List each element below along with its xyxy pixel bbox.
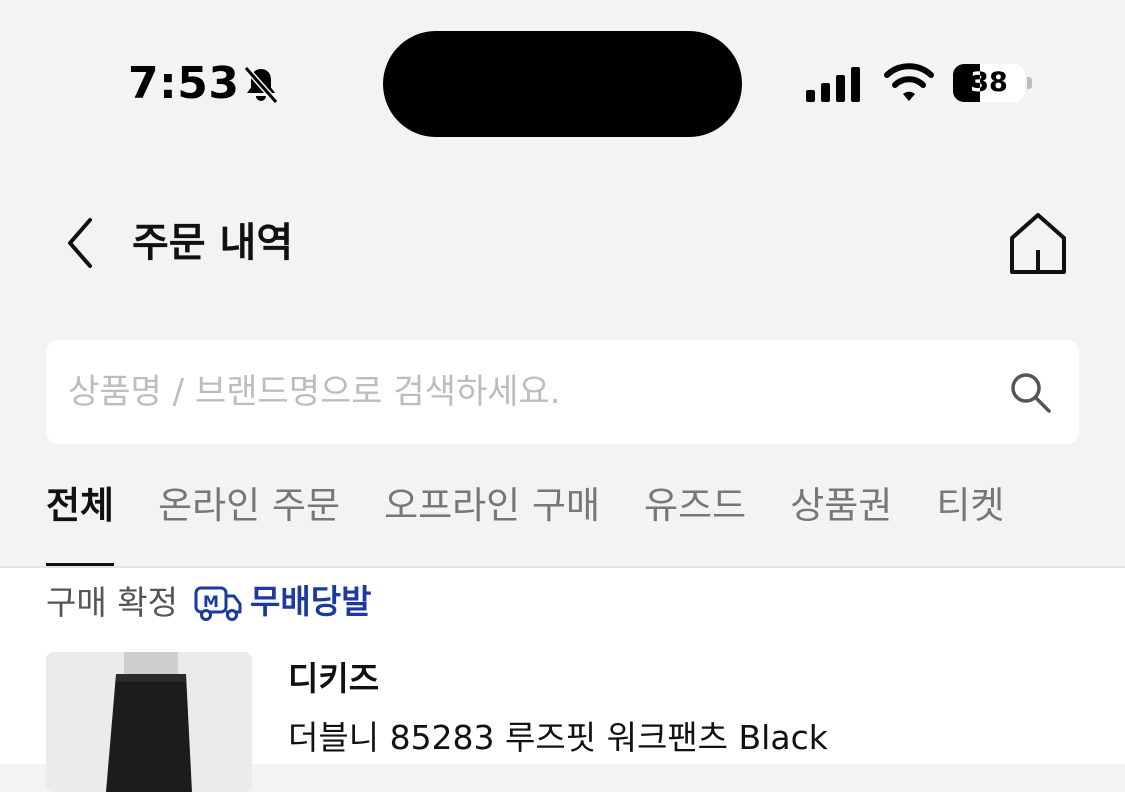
tab-offline-purchase[interactable]: 오프라인 구매 xyxy=(384,478,600,568)
tab-all[interactable]: 전체 xyxy=(46,478,115,568)
battery-tip xyxy=(1027,77,1032,89)
signal-icon xyxy=(806,67,860,102)
dynamic-island xyxy=(383,31,742,137)
truck-icon: M xyxy=(194,586,242,621)
tab-gift-card[interactable]: 상품권 xyxy=(790,478,892,568)
truck-badge-letter: M xyxy=(203,592,219,611)
bell-slash-icon xyxy=(243,66,279,104)
tab-used[interactable]: 유즈드 xyxy=(644,478,746,568)
order-type-tabs: 전체 온라인 주문 오프라인 구매 유즈드 상품권 티켓 xyxy=(46,478,1048,568)
tab-online-order[interactable]: 온라인 주문 xyxy=(158,478,340,568)
order-status: 구매 확정 xyxy=(46,583,178,622)
search-icon[interactable] xyxy=(1008,370,1052,414)
shipping-label: 무배당발 xyxy=(250,582,372,621)
tab-ticket[interactable]: 티켓 xyxy=(936,478,1004,568)
back-chevron-icon[interactable] xyxy=(58,216,102,270)
status-time: 7:53 xyxy=(128,58,240,109)
search-box xyxy=(46,340,1079,444)
page-title: 주문 내역 xyxy=(132,220,294,266)
battery-percent: 38 xyxy=(970,67,1008,98)
product-thumbnail[interactable] xyxy=(46,652,252,792)
product-thumbnail-image xyxy=(46,652,252,792)
wifi-icon xyxy=(884,63,934,101)
battery-icon: 38 xyxy=(953,64,1025,102)
product-brand: 디키즈 xyxy=(288,659,380,698)
product-name[interactable]: 더블니 85283 루즈핏 워크팬츠 Black xyxy=(288,716,828,760)
home-icon[interactable] xyxy=(1006,210,1070,276)
search-input[interactable] xyxy=(68,340,968,444)
